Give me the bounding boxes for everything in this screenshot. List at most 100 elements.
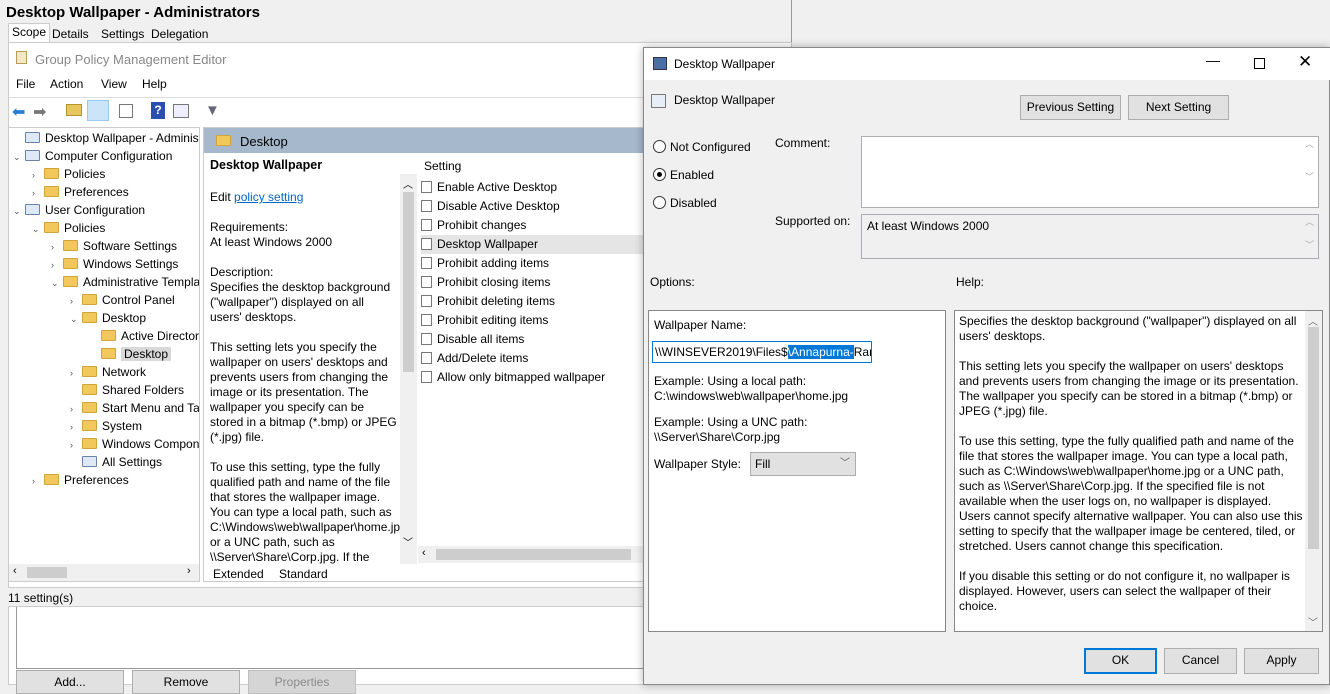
- tab-scope[interactable]: Scope: [8, 23, 50, 42]
- forward-icon[interactable]: ➡: [33, 102, 46, 122]
- tab-details[interactable]: Details: [52, 27, 89, 41]
- menu-help[interactable]: Help: [142, 77, 167, 91]
- tree-item[interactable]: All Settings: [70, 453, 162, 471]
- radio-not-configured[interactable]: Not Configured: [653, 140, 751, 154]
- scroll-thumb[interactable]: [436, 549, 631, 560]
- comment-field[interactable]: ︿ ﹀: [861, 136, 1319, 208]
- tree-item[interactable]: › Network: [70, 363, 146, 381]
- chevron-down-icon[interactable]: ⌄: [70, 310, 82, 328]
- tree-item[interactable]: › System: [70, 417, 142, 435]
- back-icon[interactable]: ⬅: [12, 102, 25, 122]
- maximize-icon[interactable]: [1254, 58, 1265, 69]
- setting-item[interactable]: Add/Delete items: [421, 349, 528, 368]
- comment-scrollbar[interactable]: ︿ ﹀: [1301, 137, 1318, 207]
- tree-item[interactable]: › Preferences: [32, 471, 129, 489]
- scroll-up-icon[interactable]: ︿: [1308, 313, 1318, 328]
- policy-setting-link[interactable]: policy setting: [234, 190, 303, 204]
- menu-view[interactable]: View: [101, 77, 127, 91]
- tree-item[interactable]: ⌄ Computer Configuration: [13, 147, 172, 165]
- scroll-down-icon[interactable]: ﹀: [1308, 614, 1318, 629]
- radio-button-icon[interactable]: [653, 140, 666, 153]
- tab-extended[interactable]: Extended: [209, 567, 268, 581]
- chevron-down-icon[interactable]: ⌄: [13, 148, 25, 166]
- up-folder-icon[interactable]: [66, 104, 82, 116]
- properties-pane-icon[interactable]: [173, 104, 189, 118]
- setting-item[interactable]: Prohibit deleting items: [421, 292, 555, 311]
- tree-item[interactable]: › Start Menu and Taskbar: [70, 399, 199, 418]
- help-scrollbar[interactable]: ︿ ﹀: [1305, 311, 1322, 631]
- chevron-right-icon[interactable]: ›: [32, 184, 44, 202]
- setting-item[interactable]: Allow only bitmapped wallpaper: [421, 368, 605, 387]
- tab-delegation[interactable]: Delegation: [151, 27, 208, 41]
- tree-item[interactable]: › Policies: [32, 165, 105, 183]
- wallpaper-style-select[interactable]: Fill ﹀: [750, 452, 856, 476]
- setting-item[interactable]: Prohibit adding items: [421, 254, 549, 273]
- chevron-right-icon[interactable]: ›: [51, 238, 63, 256]
- minimize-icon[interactable]: —: [1206, 52, 1220, 68]
- setting-item[interactable]: Prohibit changes: [421, 216, 526, 235]
- tree-item[interactable]: › Windows Settings: [51, 255, 178, 273]
- cancel-button[interactable]: Cancel: [1164, 648, 1237, 674]
- tree-item[interactable]: Active Directory: [89, 327, 199, 345]
- chevron-down-icon[interactable]: ⌄: [13, 202, 25, 220]
- export-icon[interactable]: [119, 104, 133, 118]
- setting-item[interactable]: Disable all items: [421, 330, 524, 349]
- setting-item[interactable]: Desktop Wallpaper: [421, 235, 644, 254]
- supported-scrollbar[interactable]: ︿ ﹀: [1301, 215, 1318, 258]
- scroll-left-icon[interactable]: ‹: [13, 565, 17, 577]
- radio-enabled[interactable]: Enabled: [653, 168, 714, 182]
- chevron-right-icon[interactable]: ›: [70, 292, 82, 310]
- ok-button[interactable]: OK: [1084, 648, 1157, 674]
- tree-item[interactable]: ⌄ Desktop: [70, 309, 146, 327]
- settings-horizontal-scrollbar[interactable]: ‹: [418, 546, 644, 563]
- chevron-right-icon[interactable]: ›: [70, 364, 82, 382]
- scroll-thumb[interactable]: [403, 192, 414, 372]
- tree-item[interactable]: ⌄ User Configuration: [13, 201, 145, 219]
- tree-item[interactable]: › Windows Components: [70, 435, 199, 454]
- scroll-right-icon[interactable]: ›: [187, 565, 191, 577]
- help-icon[interactable]: ?: [151, 102, 165, 119]
- scroll-up-icon[interactable]: ︿: [403, 176, 413, 191]
- tree-item[interactable]: Desktop: [89, 345, 172, 363]
- tree-item[interactable]: ⌄ Administrative Templates: [51, 273, 199, 292]
- chevron-right-icon[interactable]: ›: [70, 400, 82, 418]
- apply-button[interactable]: Apply: [1244, 648, 1319, 674]
- setting-item[interactable]: Prohibit editing items: [421, 311, 548, 330]
- scroll-left-icon[interactable]: ‹: [422, 547, 426, 559]
- tree-item[interactable]: ⌄ Policies: [32, 219, 105, 237]
- chevron-down-icon[interactable]: ⌄: [51, 274, 63, 292]
- tree-item[interactable]: Shared Folders: [70, 381, 184, 399]
- chevron-right-icon[interactable]: ›: [32, 166, 44, 184]
- chevron-right-icon[interactable]: ›: [32, 472, 44, 490]
- radio-button-icon[interactable]: [653, 196, 666, 209]
- description-scrollbar[interactable]: ︿ ﹀: [400, 174, 417, 564]
- chevron-right-icon[interactable]: ›: [51, 256, 63, 274]
- scroll-thumb[interactable]: [1308, 327, 1319, 549]
- previous-setting-button[interactable]: Previous Setting: [1020, 95, 1121, 120]
- add-button[interactable]: Add...: [16, 670, 124, 694]
- close-icon[interactable]: ✕: [1298, 52, 1312, 72]
- chevron-down-icon[interactable]: ⌄: [32, 220, 44, 238]
- setting-item[interactable]: Prohibit closing items: [421, 273, 550, 292]
- filter-icon[interactable]: ▼: [205, 102, 220, 119]
- tree-item[interactable]: › Control Panel: [70, 291, 175, 309]
- menu-file[interactable]: File: [16, 77, 35, 91]
- scroll-thumb[interactable]: [27, 567, 67, 578]
- setting-item[interactable]: Disable Active Desktop: [421, 197, 560, 216]
- radio-button-icon[interactable]: [653, 168, 666, 181]
- tree-item[interactable]: Desktop Wallpaper - Administrators: [13, 129, 199, 147]
- remove-button[interactable]: Remove: [132, 670, 240, 694]
- tree-horizontal-scrollbar[interactable]: ‹ ›: [9, 564, 199, 581]
- radio-disabled[interactable]: Disabled: [653, 196, 717, 210]
- tab-settings[interactable]: Settings: [101, 27, 144, 41]
- setting-column-header[interactable]: Setting: [424, 159, 461, 173]
- chevron-right-icon[interactable]: ›: [70, 436, 82, 454]
- tree-item[interactable]: › Preferences: [32, 183, 129, 201]
- menu-action[interactable]: Action: [50, 77, 83, 91]
- tree-item[interactable]: › Software Settings: [51, 237, 177, 255]
- tab-standard[interactable]: Standard: [275, 567, 332, 581]
- scroll-down-icon[interactable]: ﹀: [403, 534, 413, 549]
- show-hide-tree-icon[interactable]: [87, 100, 109, 121]
- wallpaper-name-input[interactable]: \\WINSEVER2019\Files$\Annapurna-Rang: [652, 341, 872, 363]
- chevron-right-icon[interactable]: ›: [70, 418, 82, 436]
